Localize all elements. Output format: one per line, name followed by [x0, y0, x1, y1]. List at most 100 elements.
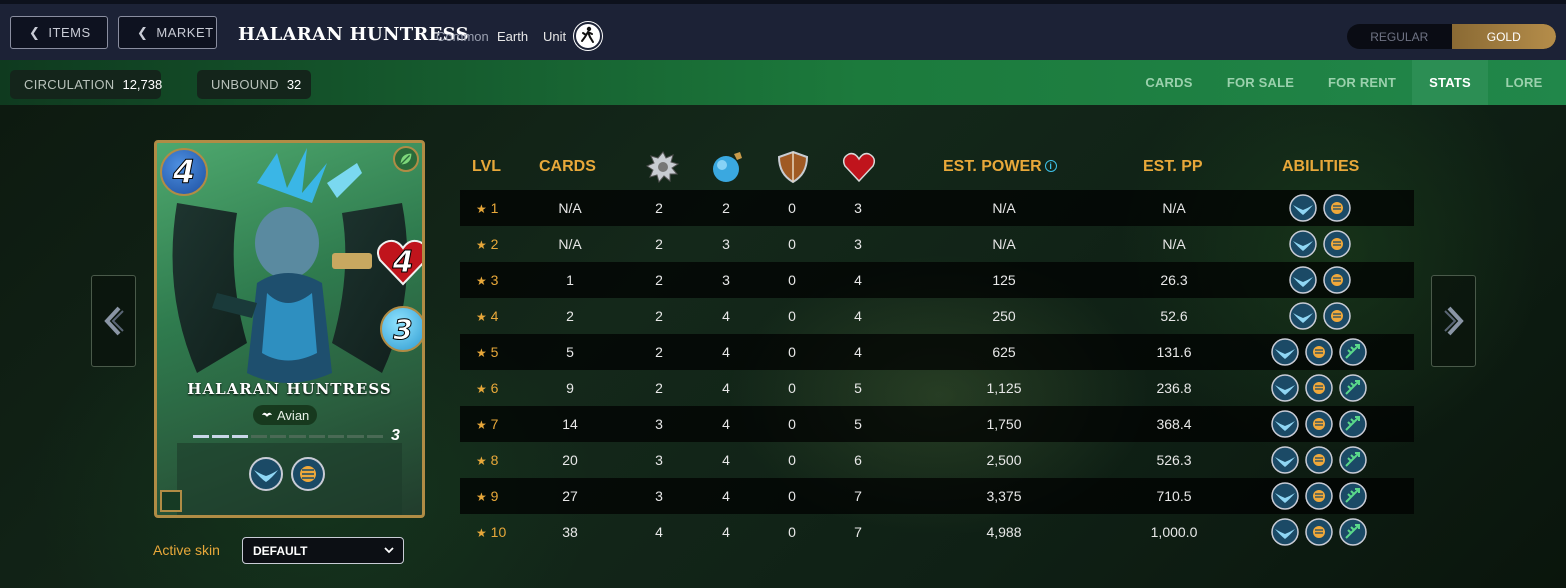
scavenger-icon[interactable]: [1305, 446, 1333, 474]
items-button[interactable]: ❮ ITEMS: [10, 16, 108, 49]
cell-cards: N/A: [558, 200, 582, 216]
cell-attack: 3: [655, 488, 663, 504]
foil-icon: [160, 490, 182, 512]
cell-abilities: [1271, 374, 1367, 402]
flying-icon[interactable]: [1289, 230, 1317, 258]
cell-attack: 2: [655, 380, 663, 396]
chevron-left-icon: [103, 306, 124, 336]
cell-est-pp: N/A: [1162, 200, 1186, 216]
cell-lvl: ★ 7: [476, 416, 498, 432]
scavenger-icon[interactable]: [1323, 302, 1351, 330]
cell-attack: 2: [655, 308, 663, 324]
unbound-pill: UNBOUND 32: [197, 70, 311, 99]
tab-for-sale[interactable]: FOR SALE: [1209, 60, 1312, 105]
cell-lvl: ★ 3: [476, 272, 498, 288]
cell-health: 5: [854, 416, 862, 432]
cell-lvl-value: 4: [490, 308, 499, 324]
cell-armor: 0: [788, 272, 796, 288]
market-button[interactable]: ❮ MARKET: [118, 16, 217, 49]
cell-est-pp: 26.3: [1160, 272, 1188, 288]
type-label: Unit: [543, 29, 567, 44]
cell-armor: 0: [788, 236, 796, 252]
cell-health: 6: [854, 452, 862, 468]
true-strike-icon[interactable]: [1339, 410, 1367, 438]
tab-cards[interactable]: CARDS: [1129, 60, 1209, 105]
cell-cards: 38: [562, 524, 578, 540]
tab-bar: CARDS FOR SALE FOR RENT STATS LORE: [1129, 60, 1560, 105]
scavenger-icon: [291, 457, 325, 491]
active-skin-label: Active skin: [153, 542, 220, 558]
cell-speed: 3: [722, 272, 730, 288]
table-row: ★ 1 N/A 2 2 0 3 N/A N/A: [460, 190, 1414, 226]
next-card-button[interactable]: [1431, 275, 1476, 367]
cell-cards: 14: [562, 416, 578, 432]
cell-est-power: 3,375: [986, 488, 1022, 504]
level-progress-segment: [308, 435, 326, 438]
scavenger-icon[interactable]: [1323, 266, 1351, 294]
flying-icon[interactable]: [1289, 302, 1317, 330]
health-header: [842, 150, 876, 189]
flying-icon[interactable]: [1271, 374, 1299, 402]
flying-icon[interactable]: [1271, 338, 1299, 366]
melee-attack-icon: [645, 151, 680, 184]
true-strike-icon[interactable]: [1339, 518, 1367, 546]
table-row: ★ 2 N/A 2 3 0 3 N/A N/A: [460, 226, 1414, 262]
cell-est-power: 4,988: [986, 524, 1022, 540]
regular-option[interactable]: REGULAR: [1347, 24, 1452, 49]
circulation-pill: CIRCULATION 12,738: [10, 70, 162, 99]
info-icon[interactable]: i: [1044, 160, 1057, 172]
cell-est-pp: 236.8: [1156, 380, 1192, 396]
cell-speed: 4: [722, 308, 730, 324]
unbound-label: UNBOUND: [211, 77, 279, 92]
star-icon: ★: [476, 346, 487, 360]
scavenger-icon[interactable]: [1323, 194, 1351, 222]
scavenger-icon[interactable]: [1305, 338, 1333, 366]
header-abilities: ABILITIES: [1282, 158, 1360, 175]
scavenger-icon[interactable]: [1305, 518, 1333, 546]
cell-est-pp: 710.5: [1156, 488, 1192, 504]
cell-armor: 0: [788, 524, 796, 540]
table-row: ★ 6 9 2 4 0 5 1,125 236.8: [460, 370, 1414, 406]
flying-icon[interactable]: [1271, 482, 1299, 510]
scavenger-icon[interactable]: [1305, 482, 1333, 510]
stats-table: LVL CARDS EST. POWER i EST. PP ABILITIES…: [460, 150, 1414, 550]
cell-lvl: ★ 8: [476, 452, 498, 468]
flying-icon[interactable]: [1271, 518, 1299, 546]
tab-lore[interactable]: LORE: [1488, 60, 1560, 105]
level-progress-segment: [250, 435, 268, 438]
cell-speed: 4: [722, 524, 730, 540]
skin-select[interactable]: DEFAULT: [242, 537, 404, 564]
true-strike-icon[interactable]: [1339, 338, 1367, 366]
tab-stats[interactable]: STATS: [1412, 60, 1488, 105]
flying-icon[interactable]: [1271, 446, 1299, 474]
tab-for-rent[interactable]: FOR RENT: [1312, 60, 1412, 105]
cell-cards: 20: [562, 452, 578, 468]
cell-speed: 4: [722, 380, 730, 396]
previous-card-button[interactable]: [91, 275, 136, 367]
star-icon: ★: [476, 418, 487, 432]
cell-lvl-value: 1: [490, 200, 499, 216]
level-progress-segment: [347, 435, 364, 438]
edition-toggle[interactable]: REGULAR GOLD: [1347, 24, 1556, 49]
true-strike-icon[interactable]: [1339, 446, 1367, 474]
flying-icon: [249, 457, 283, 491]
scavenger-icon[interactable]: [1305, 374, 1333, 402]
cell-est-pp: 526.3: [1156, 452, 1192, 468]
flying-icon[interactable]: [1289, 194, 1317, 222]
true-strike-icon[interactable]: [1339, 374, 1367, 402]
cell-armor: 0: [788, 488, 796, 504]
star-icon: ★: [476, 238, 487, 252]
cell-est-pp: 131.6: [1156, 344, 1192, 360]
scavenger-icon[interactable]: [1323, 230, 1351, 258]
flying-icon[interactable]: [1271, 410, 1299, 438]
cell-lvl: ★ 2: [476, 236, 498, 252]
health-badge: 4: [376, 238, 422, 286]
cell-est-power: 125: [992, 272, 1016, 288]
cell-cards: N/A: [558, 236, 582, 252]
true-strike-icon[interactable]: [1339, 482, 1367, 510]
cell-cards: 2: [566, 308, 574, 324]
attack-header: [645, 150, 680, 189]
scavenger-icon[interactable]: [1305, 410, 1333, 438]
flying-icon[interactable]: [1289, 266, 1317, 294]
gold-option[interactable]: GOLD: [1451, 24, 1556, 49]
